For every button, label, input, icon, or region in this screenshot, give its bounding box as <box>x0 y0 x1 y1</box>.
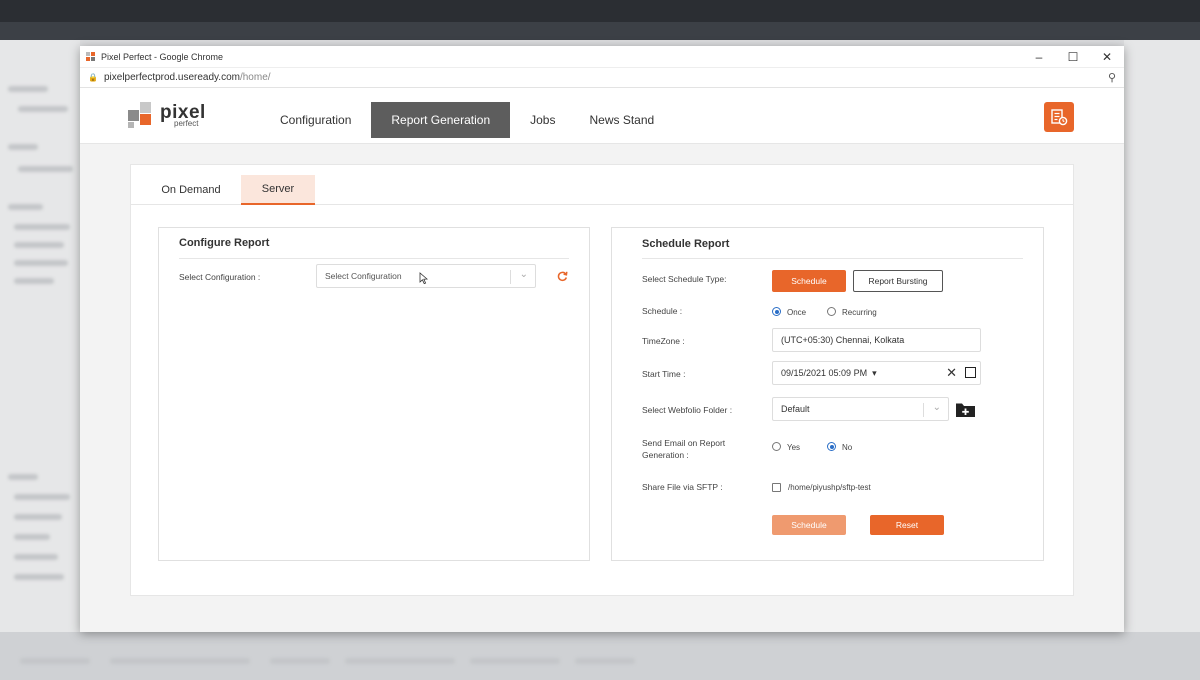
desktop-left-panel <box>0 40 80 650</box>
desktop-right-panel <box>1124 40 1200 650</box>
schedule-label: Schedule : <box>642 306 683 316</box>
nav-news-stand[interactable]: News Stand <box>575 102 668 138</box>
configure-report-title: Configure Report <box>179 237 270 249</box>
once-label: Once <box>787 308 807 317</box>
start-time-label: Start Time : <box>642 369 686 379</box>
address-bar[interactable]: 🔒 pixelperfectprod.useready.com/home/ ⚲ <box>80 68 1124 88</box>
chevron-down-icon[interactable]: ⌄ <box>520 269 528 280</box>
close-icon[interactable]: ✕ <box>1090 50 1124 64</box>
webfolio-folder-value: Default <box>781 404 810 414</box>
schedule-type-label: Select Schedule Type: <box>642 274 727 284</box>
app-header: pixel perfect Configuration Report Gener… <box>80 88 1124 144</box>
sftp-label: Share File via SFTP : <box>642 482 723 492</box>
nav-report-generation[interactable]: Report Generation <box>371 102 511 138</box>
add-folder-icon[interactable] <box>955 402 976 418</box>
zoom-icon[interactable]: ⚲ <box>1108 71 1116 84</box>
chevron-down-icon[interactable]: ⌄ <box>933 402 941 413</box>
report-tabs: On Demand Server <box>131 165 1073 205</box>
select-configuration-label: Select Configuration : <box>179 272 261 282</box>
clear-icon[interactable]: ✕ <box>946 366 957 380</box>
main-nav: Configuration Report Generation Jobs New… <box>266 88 674 144</box>
timezone-value: (UTC+05:30) Chennai, Kolkata <box>781 335 905 345</box>
webfolio-folder-dropdown[interactable]: Default ⌄ <box>772 397 949 421</box>
desktop-menu-bar <box>0 22 1200 40</box>
timezone-label: TimeZone : <box>642 336 685 346</box>
configure-report-panel: Configure Report Select Configuration : … <box>158 227 590 561</box>
lock-icon[interactable]: 🔒 <box>88 73 98 82</box>
webfolio-folder-label: Select Webfolio Folder : <box>642 405 733 415</box>
pixel-perfect-logo[interactable]: pixel perfect <box>128 102 206 128</box>
maximize-icon[interactable]: ☐ <box>1056 50 1090 64</box>
report-card: On Demand Server Configure Report Select… <box>130 164 1074 596</box>
desktop-title-bar <box>0 0 1200 22</box>
mouse-cursor-icon <box>419 272 429 285</box>
sftp-checkbox[interactable] <box>772 483 781 492</box>
timezone-input[interactable]: (UTC+05:30) Chennai, Kolkata <box>772 328 981 352</box>
window-title: Pixel Perfect - Google Chrome <box>101 51 224 62</box>
schedule-submit-button[interactable]: Schedule <box>772 515 846 535</box>
minimize-icon[interactable]: – <box>1022 50 1056 64</box>
schedule-type-button[interactable]: Schedule <box>772 270 846 292</box>
browser-window: Pixel Perfect - Google Chrome – ☐ ✕ 🔒 pi… <box>80 46 1124 632</box>
schedule-report-panel: Schedule Report Select Schedule Type: Sc… <box>611 227 1044 561</box>
send-email-label-1: Send Email on Report <box>642 438 726 448</box>
email-yes-radio[interactable] <box>772 442 781 451</box>
pixel-perfect-favicon-icon <box>86 51 96 62</box>
once-radio[interactable] <box>772 307 781 316</box>
url-path: /home/ <box>239 72 271 83</box>
report-settings-icon[interactable] <box>1044 102 1074 132</box>
nav-jobs[interactable]: Jobs <box>516 102 569 138</box>
start-time-input[interactable]: 09/15/2021 05:09 PM ▾ ✕ <box>772 361 981 385</box>
chevron-down-icon[interactable]: ▾ <box>872 368 877 379</box>
select-configuration-placeholder: Select Configuration <box>325 271 402 281</box>
refresh-icon[interactable] <box>556 270 568 282</box>
email-yes-label: Yes <box>787 443 801 452</box>
sftp-path: /home/piyushp/sftp-test <box>788 483 871 492</box>
reset-button[interactable]: Reset <box>870 515 944 535</box>
logo-mark-icon <box>128 102 154 128</box>
start-time-value: 09/15/2021 05:09 PM <box>781 368 868 378</box>
url-host: pixelperfectprod.useready.com <box>103 72 240 83</box>
recurring-radio[interactable] <box>827 307 836 316</box>
email-no-label: No <box>842 443 853 452</box>
recurring-label: Recurring <box>842 308 877 317</box>
nav-configuration[interactable]: Configuration <box>266 102 365 138</box>
schedule-report-title: Schedule Report <box>642 238 730 250</box>
content-area: On Demand Server Configure Report Select… <box>80 144 1124 632</box>
browser-title-bar: Pixel Perfect - Google Chrome – ☐ ✕ <box>80 46 1124 68</box>
tab-server[interactable]: Server <box>241 175 315 205</box>
tab-on-demand[interactable]: On Demand <box>149 175 233 205</box>
calendar-toggle-icon[interactable] <box>965 367 976 378</box>
email-no-radio[interactable] <box>827 442 836 451</box>
report-bursting-button[interactable]: Report Bursting <box>853 270 943 292</box>
send-email-label-2: Generation : <box>642 450 689 460</box>
desktop-taskbar <box>0 632 1200 680</box>
